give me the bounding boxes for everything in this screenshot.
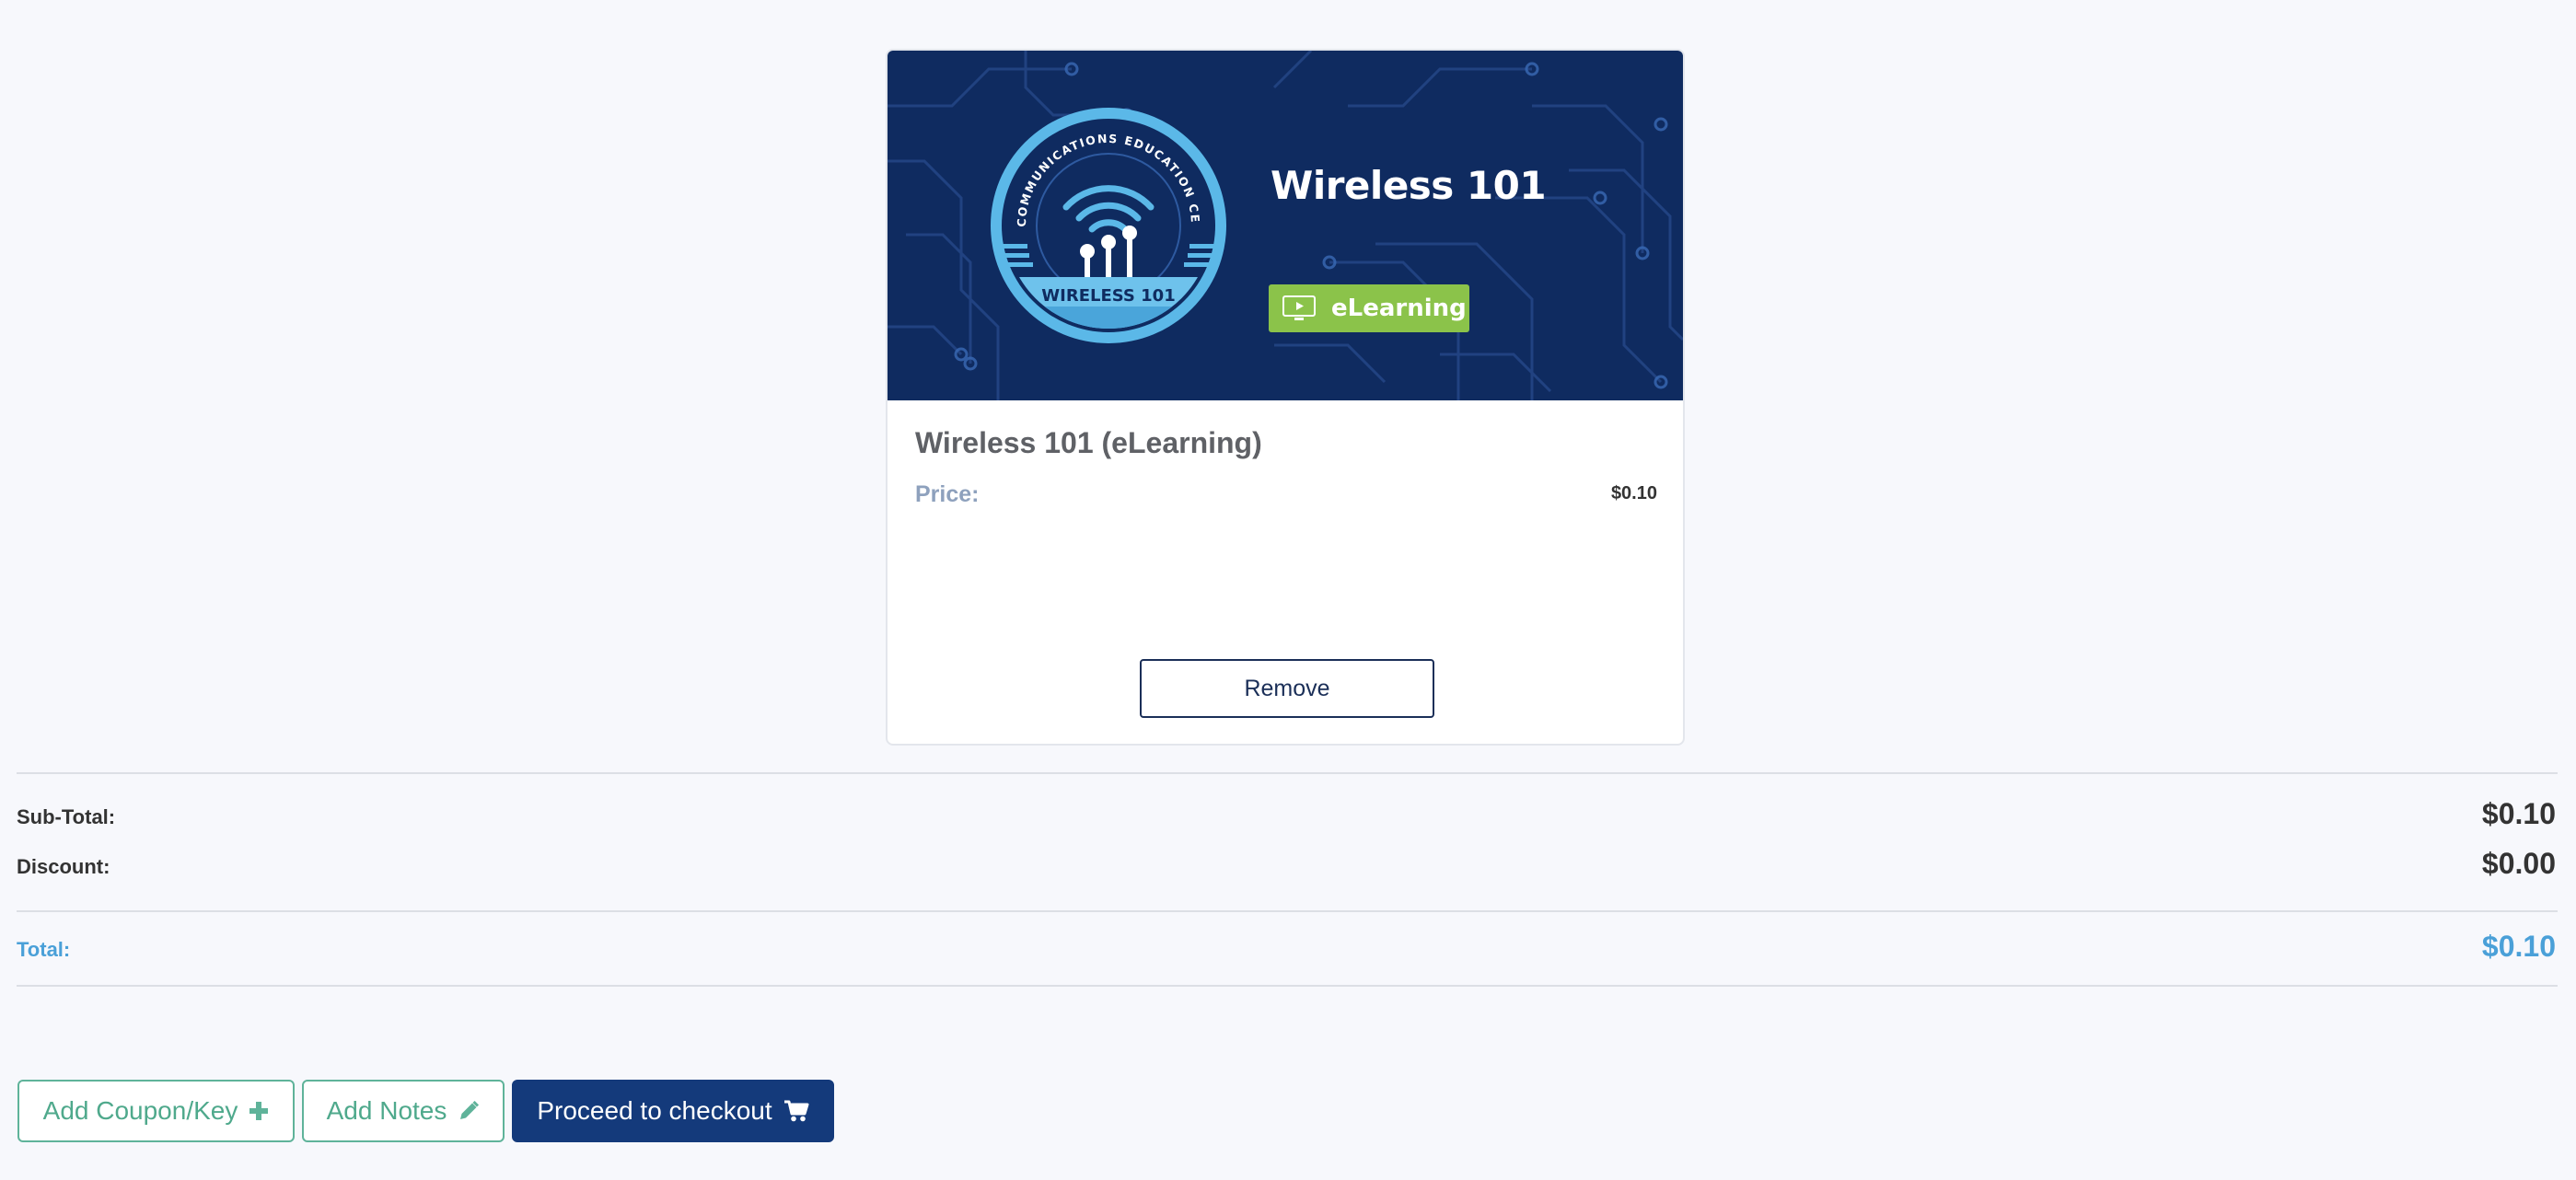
subtotal-label: Sub-Total: [17,805,116,828]
divider [17,985,2558,987]
course-banner: TELECOMMUNICATIONS EDUCATION CENTER [888,51,1683,400]
cart-icon [783,1099,809,1123]
svg-text:WIRELESS 101: WIRELESS 101 [1041,286,1175,306]
elearning-tag-label: eLearning [1331,295,1467,322]
total-label: Total: [17,938,71,961]
add-coupon-label: Add Coupon/Key [42,1096,238,1125]
banner-title: Wireless 101 [1271,163,1547,208]
course-title: Wireless 101 (eLearning) [915,426,1262,459]
remove-button[interactable]: Remove [1140,659,1434,718]
add-notes-button[interactable]: Add Notes [302,1080,505,1142]
pencil-icon [458,1100,480,1122]
price-label: Price: [915,481,980,507]
wireless-101-badge: TELECOMMUNICATIONS EDUCATION CENTER [989,106,1226,343]
elearning-tag: eLearning [1269,284,1469,332]
discount-label: Discount: [17,855,110,878]
add-coupon-button[interactable]: Add Coupon/Key [17,1080,295,1142]
price-value: $0.10 [1610,483,1657,503]
monitor-play-icon [1282,295,1316,320]
discount-value: $0.00 [2481,847,2556,880]
plus-icon [249,1101,269,1121]
subtotal-value: $0.10 [2481,797,2556,830]
add-notes-label: Add Notes [326,1096,447,1125]
divider [17,910,2558,912]
course-card: TELECOMMUNICATIONS EDUCATION CENTER [886,49,1685,746]
divider [17,772,2558,774]
checkout-label: Proceed to checkout [537,1096,772,1125]
total-value: $0.10 [2481,930,2556,963]
proceed-to-checkout-button[interactable]: Proceed to checkout [512,1080,834,1142]
